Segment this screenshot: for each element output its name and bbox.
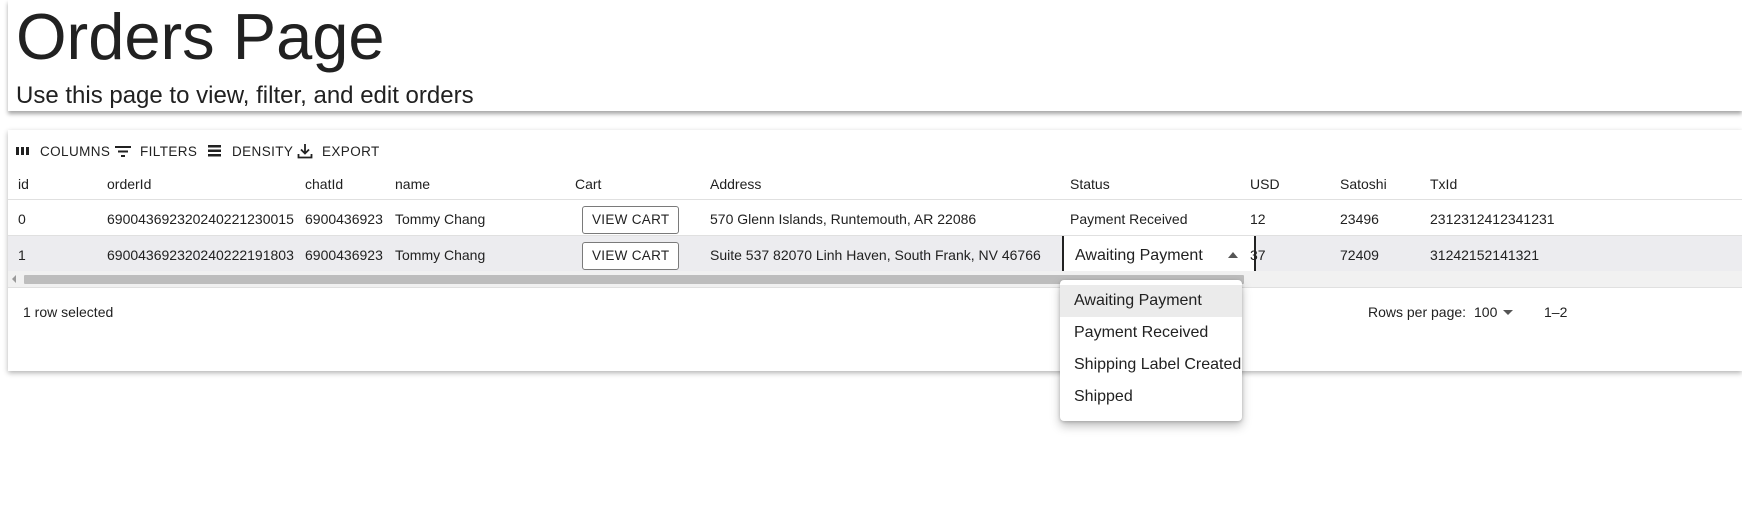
density-icon — [208, 145, 221, 157]
horizontal-scrollbar[interactable] — [8, 271, 1742, 287]
density-label: DENSITY — [232, 143, 294, 159]
rows-per-page-select[interactable]: 100 — [1474, 304, 1514, 320]
column-header-cart[interactable]: Cart — [575, 176, 601, 192]
status-dropdown-menu: Awaiting Payment Payment Received Shippi… — [1060, 280, 1242, 421]
column-header-satoshi[interactable]: Satoshi — [1340, 176, 1387, 192]
filters-button[interactable]: FILTERS — [114, 140, 197, 162]
table-row[interactable]: 1 690043692320240222191803 6900436923 To… — [8, 235, 1742, 275]
columns-label: COLUMNS — [40, 143, 111, 159]
cell-txid: 31242152141321 — [1430, 247, 1540, 263]
filter-icon — [115, 146, 131, 157]
cell-chatid: 6900436923 — [305, 211, 383, 227]
menu-item-payment-received[interactable]: Payment Received — [1060, 317, 1242, 349]
cell-status[interactable]: Payment Received — [1070, 200, 1188, 239]
status-select[interactable]: Awaiting Payment — [1062, 236, 1256, 275]
cell-usd: 12 — [1250, 211, 1266, 227]
cell-name: Tommy Chang — [395, 247, 486, 263]
column-header-orderid[interactable]: orderId — [107, 176, 151, 192]
filters-label: FILTERS — [140, 143, 198, 159]
columns-button[interactable]: COLUMNS — [14, 140, 110, 162]
cell-address: Suite 537 82070 Linh Haven, South Frank,… — [710, 247, 1041, 263]
view-cart-button[interactable]: VIEW CART — [582, 242, 680, 270]
cell-address: 570 Glenn Islands, Runtemouth, AR 22086 — [710, 211, 977, 227]
cell-orderid: 690043692320240221230015 — [107, 211, 294, 227]
column-header-chatid[interactable]: chatId — [305, 176, 343, 192]
column-header-status[interactable]: Status — [1070, 176, 1110, 192]
grid-toolbar: COLUMNS FILTERS DENSITY EXPORT — [8, 130, 1742, 170]
cell-id: 0 — [18, 211, 26, 227]
cell-usd: 37 — [1250, 247, 1266, 263]
download-icon — [297, 144, 313, 159]
export-button[interactable]: EXPORT — [296, 140, 380, 162]
column-header-address[interactable]: Address — [710, 176, 761, 192]
status-select-value: Awaiting Payment — [1075, 247, 1203, 264]
cell-chatid: 6900436923 — [305, 247, 383, 263]
chevron-down-icon — [1503, 309, 1514, 315]
page-subtitle: Use this page to view, filter, and edit … — [16, 82, 474, 109]
page-header: Orders Page Use this page to view, filte… — [8, 0, 1742, 111]
cell-name: Tommy Chang — [395, 211, 486, 227]
selected-row-count: 1 row selected — [23, 304, 114, 320]
cell-orderid: 690043692320240222191803 — [107, 247, 294, 263]
pagination-range: 1–2 — [1544, 304, 1568, 320]
menu-item-awaiting-payment[interactable]: Awaiting Payment — [1060, 285, 1242, 317]
column-header-id[interactable]: id — [18, 176, 29, 192]
cell-id: 1 — [18, 247, 26, 263]
scroll-left-icon[interactable] — [12, 275, 16, 283]
grid-footer: 1 row selected Rows per page: 100 1–2 — [8, 287, 1742, 338]
view-cart-button[interactable]: VIEW CART — [582, 206, 680, 234]
orders-data-grid: COLUMNS FILTERS DENSITY EXPORT id orderI… — [8, 130, 1742, 371]
columns-icon — [16, 147, 29, 155]
cell-txid: 2312312412341231 — [1430, 211, 1555, 227]
arrow-up-icon — [1228, 252, 1238, 258]
column-header-name[interactable]: name — [395, 176, 430, 192]
cell-satoshi: 72409 — [1340, 247, 1379, 263]
column-header-usd[interactable]: USD — [1250, 176, 1280, 192]
rows-per-page-value: 100 — [1474, 304, 1498, 320]
menu-item-shipping-label-created[interactable]: Shipping Label Created — [1060, 349, 1242, 381]
rows-per-page-label: Rows per page: — [1368, 304, 1467, 320]
density-button[interactable]: DENSITY — [206, 140, 293, 162]
column-header-txid[interactable]: TxId — [1430, 176, 1457, 192]
table-row[interactable]: 0 690043692320240221230015 6900436923 To… — [8, 199, 1742, 239]
menu-item-shipped[interactable]: Shipped — [1060, 381, 1242, 413]
page-title: Orders Page — [16, 0, 385, 73]
export-label: EXPORT — [322, 143, 380, 159]
cell-satoshi: 23496 — [1340, 211, 1379, 227]
